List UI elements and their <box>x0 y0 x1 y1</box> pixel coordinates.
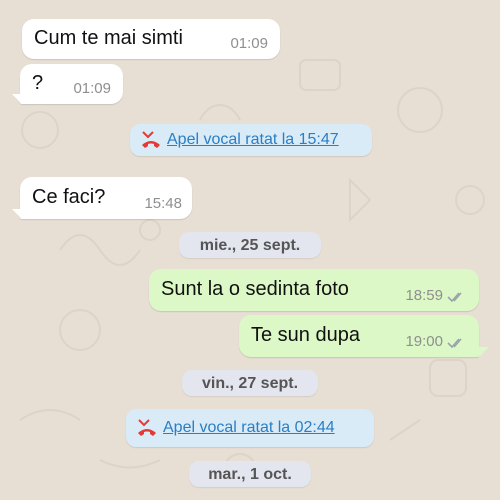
message-time: 01:09 <box>230 35 268 52</box>
date-label: mie., 25 sept. <box>199 237 301 254</box>
double-check-icon <box>447 292 462 303</box>
message-time: 01:09 <box>73 80 111 97</box>
message-text: Sunt la o sedinta foto <box>161 278 349 300</box>
missed-call-notice[interactable]: Apel vocal ratat la 02:44 <box>126 409 374 447</box>
date-label: mar., 1 oct. <box>208 466 292 483</box>
message-time: 19:00 <box>405 333 443 350</box>
double-check-icon <box>447 338 462 349</box>
date-separator: mie., 25 sept. <box>179 232 321 258</box>
missed-call-icon <box>138 419 156 436</box>
message-text: ? <box>32 72 44 94</box>
outgoing-message[interactable]: Sunt la o sedinta foto 18:59 <box>149 269 479 311</box>
bubble-tail <box>479 347 489 357</box>
date-separator: vin., 27 sept. <box>182 370 318 396</box>
message-time: 15:48 <box>144 195 182 212</box>
incoming-message[interactable]: ? 01:09 <box>20 64 123 104</box>
incoming-message[interactable]: Ce faci? 15:48 <box>20 177 192 219</box>
missed-call-link[interactable]: Apel vocal ratat la 15:47 <box>167 131 339 149</box>
missed-call-link[interactable]: Apel vocal ratat la 02:44 <box>163 419 335 437</box>
date-label: vin., 27 sept. <box>201 375 299 392</box>
date-separator: mar., 1 oct. <box>189 461 311 487</box>
incoming-message[interactable]: Cum te mai simti 01:09 <box>22 19 280 59</box>
message-text: Te sun dupa <box>251 324 360 346</box>
message-text: Ce faci? <box>32 186 106 208</box>
missed-call-notice[interactable]: Apel vocal ratat la 15:47 <box>130 124 372 156</box>
message-text: Cum te mai simti <box>34 27 183 49</box>
missed-call-icon <box>142 131 160 148</box>
bubble-tail <box>12 94 22 104</box>
bubble-tail <box>12 209 22 219</box>
message-time: 18:59 <box>405 287 443 304</box>
outgoing-message[interactable]: Te sun dupa 19:00 <box>239 315 479 357</box>
